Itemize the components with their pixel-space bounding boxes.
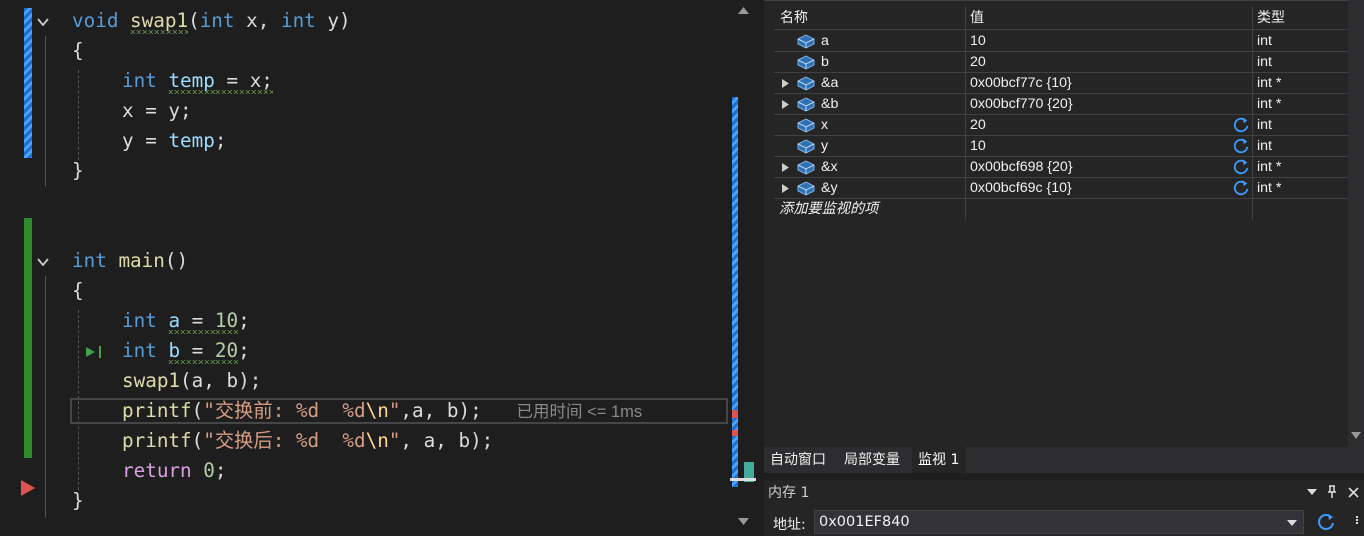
code-line-2: { — [72, 39, 84, 62]
watch-scrollbar[interactable] — [1348, 0, 1364, 447]
watch-value[interactable]: 0x00bcf69c {10} — [970, 178, 1072, 199]
watch-type: int * — [1257, 96, 1282, 112]
refresh-icon[interactable] — [1232, 158, 1250, 176]
watch-type: int * — [1257, 75, 1282, 91]
scroll-down-icon[interactable] — [1351, 432, 1361, 440]
watch-value[interactable]: 10 — [970, 136, 986, 157]
watch-row[interactable]: &b 0x00bcf770 {20} int * — [774, 94, 1348, 115]
watch-row[interactable]: b 20 int — [774, 52, 1348, 73]
code-line-6: } — [72, 159, 84, 182]
watch-row[interactable]: &y 0x00bcf69c {10} int * — [774, 178, 1348, 199]
watch-value[interactable]: 20 — [970, 115, 986, 136]
variable-cube-icon — [796, 180, 816, 196]
watch-value[interactable]: 0x00bcf77c {10} — [970, 73, 1072, 94]
watch-value[interactable]: 20 — [970, 52, 986, 73]
watch-row[interactable]: y 10 int — [774, 136, 1348, 157]
code-line-8: int main() — [72, 249, 189, 272]
watch-name: &x — [821, 159, 838, 175]
watch-value[interactable]: 0x00bcf698 {20} — [970, 157, 1073, 178]
expand-arrow-icon[interactable] — [782, 184, 789, 193]
refresh-icon[interactable] — [1232, 116, 1250, 134]
change-bar-green — [24, 218, 32, 458]
watch-name: &a — [821, 75, 839, 91]
variable-cube-icon — [796, 138, 816, 154]
overflow-icon[interactable] — [1356, 516, 1360, 524]
watch-type: int — [1257, 117, 1272, 133]
code-line-11: int b = 20; — [122, 339, 250, 362]
dropdown-icon[interactable] — [1307, 489, 1317, 496]
watch-name: b — [821, 54, 829, 70]
chevron-down-icon[interactable] — [36, 15, 50, 29]
scroll-up-icon[interactable] — [738, 6, 749, 14]
refresh-icon[interactable] — [1316, 512, 1336, 532]
watch-type: int — [1257, 33, 1272, 49]
expand-arrow-icon[interactable] — [782, 163, 789, 172]
debug-tab-bar: 自动窗口 局部变量 监视 1 — [764, 447, 1364, 473]
chevron-down-icon[interactable] — [1287, 520, 1297, 527]
tab-locals[interactable]: 局部变量 — [838, 447, 906, 473]
code-line-15: return 0; — [122, 459, 227, 482]
watch-type: int * — [1257, 159, 1282, 175]
code-line-1: void swap1(int x, int y) — [72, 9, 351, 32]
close-icon[interactable] — [1348, 487, 1359, 498]
refresh-icon[interactable] — [1232, 137, 1250, 155]
watch-value[interactable]: 0x00bcf770 {20} — [970, 94, 1073, 115]
address-label: 地址: — [773, 517, 806, 533]
change-bar-blue — [24, 8, 32, 158]
watch-row[interactable]: &a 0x00bcf77c {10} int * — [774, 73, 1348, 94]
refresh-icon[interactable] — [1232, 179, 1250, 197]
memory-title: 内存 1 — [768, 485, 810, 501]
chevron-down-icon[interactable] — [36, 255, 50, 269]
code-line-3: int temp = x; — [122, 69, 273, 92]
code-line-12: swap1(a, b); — [122, 369, 262, 392]
watch-row[interactable]: x 20 int — [774, 115, 1348, 136]
watch-value[interactable]: 10 — [970, 31, 986, 52]
variable-cube-icon — [796, 96, 816, 112]
address-input[interactable]: 0x001EF840 — [814, 510, 1304, 534]
pin-icon[interactable] — [1326, 485, 1338, 499]
add-watch-row[interactable]: 添加要监视的项 — [774, 199, 1348, 220]
variable-cube-icon — [796, 75, 816, 91]
watch-name: x — [821, 117, 829, 133]
run-to-click-icon[interactable] — [84, 344, 106, 360]
tab-autos[interactable]: 自动窗口 — [764, 447, 832, 473]
watch-row[interactable]: a 10 int — [774, 31, 1348, 52]
code-line-4: x = y; — [122, 99, 192, 122]
perf-tip[interactable]: 已用时间 <= 1ms — [517, 403, 643, 421]
variable-cube-icon — [796, 159, 816, 175]
column-header-value[interactable]: 值 — [970, 6, 984, 30]
column-header-type[interactable]: 类型 — [1257, 6, 1285, 30]
watch-type: int — [1257, 138, 1272, 154]
code-line-13: printf("交换前: %d %d\n",a, b); 已用时间 <= 1ms — [122, 399, 643, 422]
expand-arrow-icon[interactable] — [782, 100, 789, 109]
expand-arrow-icon[interactable] — [782, 79, 789, 88]
watch-name: a — [821, 33, 829, 49]
column-header-name[interactable]: 名称 — [780, 6, 808, 30]
watch-row[interactable]: &x 0x00bcf698 {20} int * — [774, 157, 1348, 178]
code-line-16: } — [72, 489, 84, 512]
watch-type: int — [1257, 54, 1272, 70]
code-line-9: { — [72, 279, 84, 302]
watch-name: &b — [821, 96, 839, 112]
variable-cube-icon — [796, 117, 816, 133]
watch-name: &y — [821, 180, 838, 196]
execution-pointer-icon — [21, 480, 35, 496]
code-editor[interactable]: void swap1(int x, int y) { int temp = x;… — [0, 0, 730, 536]
code-line-5: y = temp; — [122, 129, 227, 152]
memory-window[interactable]: 内存 1 地址: 0x001EF840 — [764, 480, 1364, 536]
editor-scrollbar[interactable] — [730, 0, 757, 536]
code-line-10: int a = 10; — [122, 309, 250, 332]
code-line-14: printf("交换后: %d %d\n", a, b); — [122, 429, 494, 452]
variable-cube-icon — [796, 33, 816, 49]
watch-name: y — [821, 138, 829, 154]
variable-cube-icon — [796, 54, 816, 70]
scroll-down-icon[interactable] — [738, 518, 749, 526]
tab-watch-1[interactable]: 监视 1 — [912, 447, 966, 473]
watch-type: int * — [1257, 180, 1282, 196]
